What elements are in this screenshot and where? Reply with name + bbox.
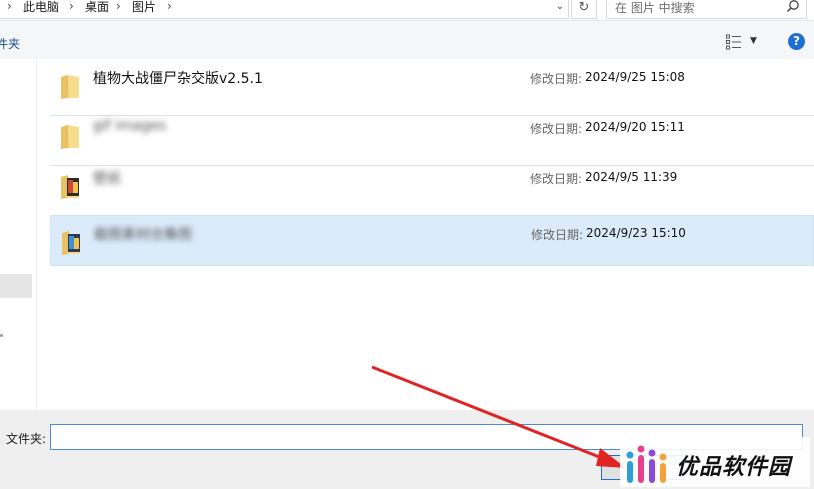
command-bar	[0, 21, 814, 59]
file-row-selected[interactable]: 截图素材合集图 修改日期: 2024/9/23 15:10	[50, 215, 814, 266]
image-folder-icon	[62, 231, 80, 255]
address-history-dropdown-icon[interactable]: ⌄	[552, 0, 568, 16]
date-modified-value: 2024/9/23 15:10	[586, 226, 686, 240]
watermark-text: 优品软件园	[676, 455, 792, 480]
search-icon[interactable]	[786, 0, 800, 15]
help-icon[interactable]: ?	[788, 33, 805, 50]
file-row[interactable]: gif images 修改日期: 2024/9/20 15:11	[50, 110, 814, 160]
breadcrumb-separator-icon[interactable]: ›	[167, 0, 172, 13]
date-modified-label: 修改日期:	[530, 72, 583, 86]
address-bar[interactable]: › 此电脑 › 桌面 › 图片 › ⌄	[0, 0, 569, 19]
view-dropdown-icon[interactable]: ▼	[750, 36, 757, 46]
file-name[interactable]: 壁纸	[93, 168, 121, 188]
file-row[interactable]: 壁纸 修改日期: 2024/9/5 11:39	[50, 160, 814, 210]
date-modified-value: 2024/9/25 15:08	[585, 70, 685, 84]
date-modified-value: 2024/9/20 15:11	[585, 120, 685, 134]
breadcrumb-separator-icon[interactable]: ›	[116, 0, 121, 13]
watermark: 优品软件园	[620, 437, 810, 487]
date-modified-label: 修改日期:	[531, 228, 584, 242]
view-options-icon[interactable]	[726, 34, 742, 50]
folder-field-label: 文件夹:	[6, 432, 47, 446]
date-modified-label: 修改日期:	[530, 122, 583, 136]
new-folder-button[interactable]: 件夹	[0, 35, 20, 52]
nav-item-selected[interactable]	[0, 274, 32, 298]
file-name[interactable]: 植物大战僵尸杂交版v2.5.1	[93, 68, 263, 88]
navigation-pane[interactable]	[0, 59, 37, 410]
breadcrumb-separator-icon[interactable]: ›	[69, 0, 74, 13]
image-folder-icon	[61, 175, 79, 199]
search-input[interactable]	[615, 0, 785, 17]
refresh-icon: ↻	[578, 0, 590, 15]
breadcrumb-this-pc[interactable]: 此电脑	[23, 0, 59, 15]
breadcrumb-separator-icon[interactable]: ›	[7, 0, 12, 13]
date-modified-value: 2024/9/5 11:39	[585, 170, 678, 184]
file-name[interactable]: 截图素材合集图	[94, 224, 192, 244]
breadcrumb-pictures[interactable]: 图片	[132, 0, 156, 15]
file-name[interactable]: gif images	[93, 118, 166, 134]
watermark-logo-icon	[626, 445, 667, 483]
nav-item-marker	[0, 334, 3, 337]
folder-icon	[61, 124, 79, 149]
refresh-button[interactable]: ↻	[571, 0, 597, 19]
breadcrumb-desktop[interactable]: 桌面	[85, 0, 109, 15]
folder-icon	[61, 74, 79, 99]
file-row[interactable]: 植物大战僵尸杂交版v2.5.1 修改日期: 2024/9/25 15:08	[50, 60, 814, 110]
search-box[interactable]	[606, 0, 807, 19]
date-modified-label: 修改日期:	[530, 172, 583, 186]
